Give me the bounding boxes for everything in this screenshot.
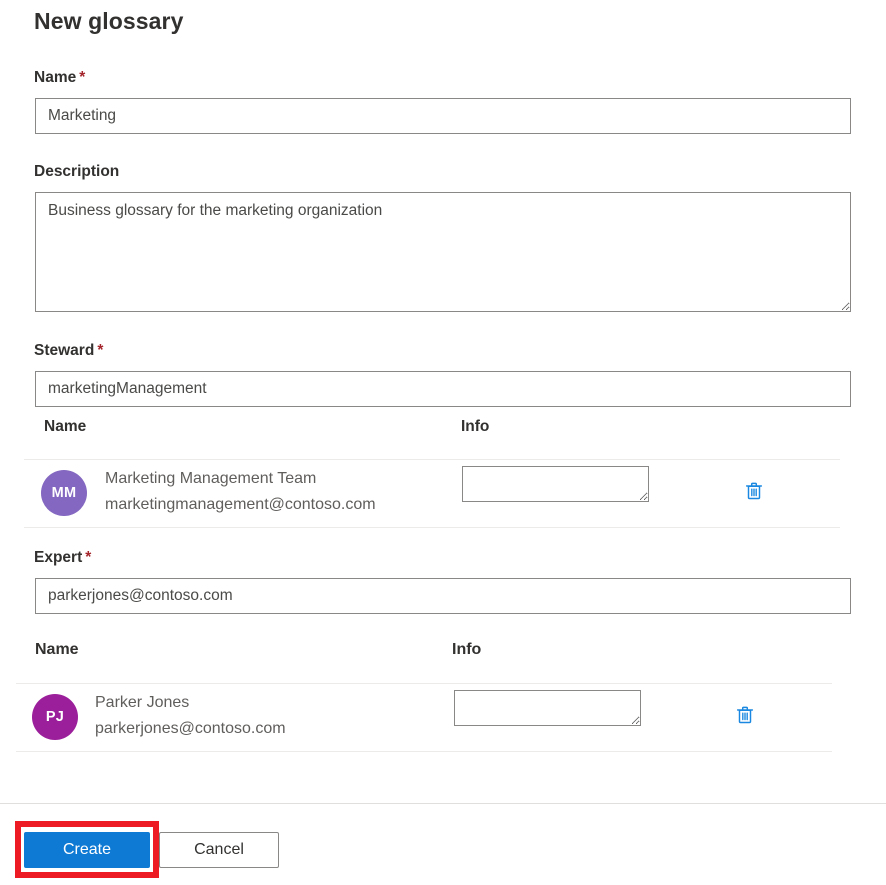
expert-input[interactable] <box>35 578 851 614</box>
steward-column-header-info: Info <box>461 418 489 436</box>
expert-label-text: Expert <box>34 549 82 566</box>
steward-label-text: Steward <box>34 342 94 359</box>
footer-divider <box>0 803 886 804</box>
avatar-initials: MM <box>52 485 77 501</box>
steward-column-header-name: Name <box>44 418 86 436</box>
steward-person-name: Marketing Management Team <box>105 470 316 488</box>
trash-icon <box>743 480 765 502</box>
name-label-text: Name <box>34 69 76 86</box>
steward-field-label: Steward* <box>34 342 103 360</box>
steward-table-bottom-rule <box>24 527 840 528</box>
steward-table-top-rule <box>24 459 840 460</box>
new-glossary-panel: New glossary Name* Description Steward* … <box>0 0 886 885</box>
expert-column-header-info: Info <box>452 641 481 659</box>
description-label-text: Description <box>34 163 119 180</box>
name-input[interactable] <box>35 98 851 134</box>
avatar-initials: PJ <box>46 709 64 725</box>
trash-icon <box>734 704 756 726</box>
expert-person-email: parkerjones@contoso.com <box>95 720 286 738</box>
expert-table-bottom-rule <box>16 751 832 752</box>
page-title: New glossary <box>34 8 184 35</box>
steward-delete-button[interactable] <box>741 478 767 504</box>
description-textarea[interactable] <box>35 192 851 312</box>
expert-avatar: PJ <box>32 694 78 740</box>
expert-delete-button[interactable] <box>732 702 758 728</box>
steward-required-asterisk: * <box>97 342 103 359</box>
expert-required-asterisk: * <box>85 549 91 566</box>
steward-info-textarea[interactable] <box>462 466 649 502</box>
create-button[interactable]: Create <box>24 832 150 868</box>
steward-person-email: marketingmanagement@contoso.com <box>105 496 376 514</box>
cancel-button[interactable]: Cancel <box>159 832 279 868</box>
name-required-asterisk: * <box>79 69 85 86</box>
expert-table-top-rule <box>16 683 832 684</box>
description-field-label: Description <box>34 163 119 181</box>
steward-avatar: MM <box>41 470 87 516</box>
expert-field-label: Expert* <box>34 549 91 567</box>
expert-info-textarea[interactable] <box>454 690 641 726</box>
expert-person-name: Parker Jones <box>95 694 189 712</box>
steward-input[interactable] <box>35 371 851 407</box>
name-field-label: Name* <box>34 69 85 87</box>
expert-column-header-name: Name <box>35 641 79 659</box>
